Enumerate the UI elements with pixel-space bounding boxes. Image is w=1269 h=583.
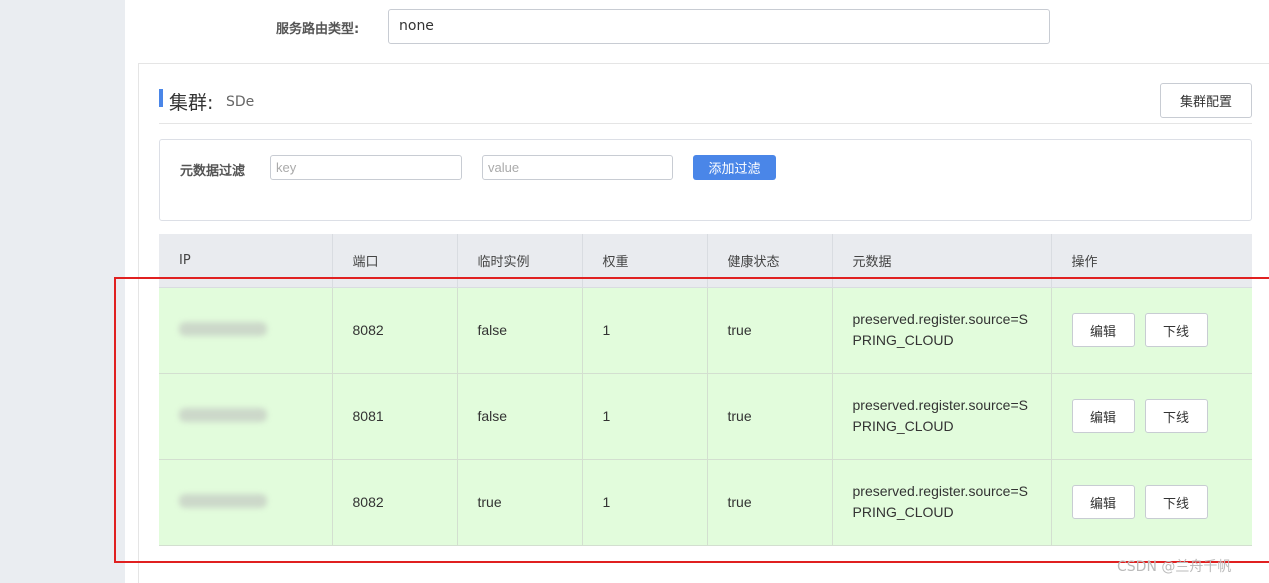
offline-button[interactable]: 下线 (1144, 485, 1208, 519)
header-metadata: 元数据 (831, 234, 1051, 288)
metadata-cell: preserved.register.source=SPRING_CLOUD (831, 287, 1051, 374)
ephemeral-cell: false (456, 373, 582, 460)
ip-cell (159, 459, 332, 546)
blurred-ip (179, 321, 267, 336)
health-cell: true (706, 459, 832, 546)
ip-cell (159, 373, 332, 460)
metadata-cell: preserved.register.source=SPRING_CLOUD (831, 373, 1051, 460)
blurred-ip (179, 493, 267, 508)
metadata-text: preserved.register.source=SPRING_CLOUD (852, 311, 1028, 348)
metadata-text: preserved.register.source=SPRING_CLOUD (852, 483, 1028, 520)
header-port: 端口 (331, 234, 457, 288)
cluster-name: SDe (226, 94, 255, 110)
section-divider (159, 123, 1252, 124)
actions-cell: 编辑 下线 (1050, 373, 1252, 460)
table-row: 8081 false 1 true preserved.register.sou… (159, 373, 1252, 460)
actions-cell: 编辑 下线 (1050, 287, 1252, 374)
metadata-text: preserved.register.source=SPRING_CLOUD (852, 397, 1028, 434)
ephemeral-cell: false (456, 287, 582, 374)
instance-table: IP 端口 临时实例 权重 健康状态 元数据 操作 8082 false 1 t… (159, 234, 1252, 546)
cluster-config-button[interactable]: 集群配置 (1160, 83, 1252, 118)
header-health: 健康状态 (706, 234, 832, 288)
header-weight: 权重 (581, 234, 707, 288)
weight-cell: 1 (581, 287, 707, 374)
ip-cell (159, 287, 332, 374)
csdn-watermark: CSDN @兰舟千帆 (1117, 559, 1232, 575)
ephemeral-cell: true (456, 459, 582, 546)
weight-cell: 1 (581, 459, 707, 546)
header-actions: 操作 (1050, 234, 1252, 288)
metadata-filter-box (159, 139, 1252, 221)
filter-value-input[interactable] (482, 155, 673, 180)
header-ephemeral: 临时实例 (456, 234, 582, 288)
edit-button[interactable]: 编辑 (1071, 313, 1135, 347)
table-header-row: IP 端口 临时实例 权重 健康状态 元数据 操作 (159, 234, 1252, 288)
port-cell: 8082 (331, 459, 457, 546)
table-row: 8082 true 1 true preserved.register.sour… (159, 459, 1252, 546)
edit-button[interactable]: 编辑 (1071, 485, 1135, 519)
route-type-label: 服务路由类型: (276, 22, 360, 37)
blurred-ip (179, 407, 267, 422)
port-cell: 8081 (331, 373, 457, 460)
metadata-cell: preserved.register.source=SPRING_CLOUD (831, 459, 1051, 546)
actions-cell: 编辑 下线 (1050, 459, 1252, 546)
route-type-input[interactable]: none (388, 9, 1050, 44)
header-ip: IP (159, 234, 332, 288)
health-cell: true (706, 373, 832, 460)
port-cell: 8082 (331, 287, 457, 374)
weight-cell: 1 (581, 373, 707, 460)
metadata-filter-label: 元数据过滤 (180, 164, 246, 179)
filter-key-input[interactable] (270, 155, 462, 180)
left-sidebar-gutter (0, 0, 125, 583)
edit-button[interactable]: 编辑 (1071, 399, 1135, 433)
cluster-title-accent-bar (159, 89, 163, 107)
table-row: 8082 false 1 true preserved.register.sou… (159, 287, 1252, 374)
offline-button[interactable]: 下线 (1144, 399, 1208, 433)
add-filter-button[interactable]: 添加过滤 (693, 155, 776, 180)
health-cell: true (706, 287, 832, 374)
cluster-title: 集群: (169, 92, 214, 114)
offline-button[interactable]: 下线 (1144, 313, 1208, 347)
